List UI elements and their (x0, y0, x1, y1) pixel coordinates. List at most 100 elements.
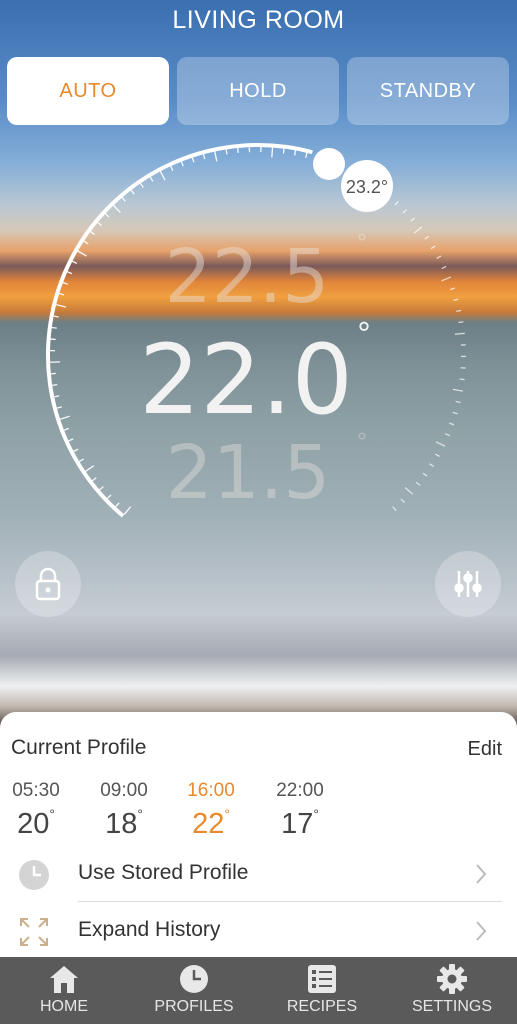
dial-tick (422, 472, 428, 477)
nav-profiles[interactable]: PROFILES (144, 957, 244, 1024)
dial-tick (130, 189, 135, 195)
dial-tick (170, 165, 174, 171)
list-icon (308, 965, 336, 993)
dial-tick (424, 235, 430, 240)
schedule-time: 09:00 (100, 780, 148, 801)
current-profile-title: Current Profile (11, 736, 147, 759)
svg-text:°: ° (357, 317, 372, 352)
dial-tick (294, 150, 297, 156)
nav-profiles-label: PROFILES (154, 998, 234, 1015)
dial-tick (444, 433, 450, 437)
dial-tick (435, 441, 446, 447)
profile-card: Current Profile Edit 05:30 20° 09:00 18°… (0, 712, 517, 957)
dial-tick (436, 255, 442, 260)
dial-tick (79, 458, 84, 463)
dial-tick (113, 204, 121, 214)
use-stored-profile-label: Use Stored Profile (78, 861, 249, 884)
dial-tick (67, 271, 73, 275)
dial-tick (115, 502, 120, 508)
dial-tick (83, 240, 89, 245)
sliders-icon (454, 571, 482, 597)
dial-tick (72, 260, 78, 265)
nav-recipes-label: RECIPES (286, 998, 358, 1015)
dial-tick (214, 151, 218, 162)
dial-tick (452, 388, 463, 392)
dial-tick (62, 281, 68, 285)
chevron-right-icon (476, 921, 487, 941)
svg-text:21.5: 21.5 (166, 430, 331, 516)
nav-recipes[interactable]: RECIPES (272, 957, 372, 1024)
dial-tick (434, 453, 440, 458)
nav-settings[interactable]: SETTINGS (402, 957, 502, 1024)
dial-tick (77, 250, 87, 257)
dial-tick (139, 183, 144, 188)
svg-text:22.0: 22.0 (139, 324, 353, 436)
setpoint-above: 22.5 ° (165, 231, 368, 320)
lock-icon (35, 567, 61, 601)
dial-tick (456, 309, 462, 313)
dial-tick (51, 326, 57, 329)
thermostat-dial[interactable]: 23.2° 22.5 ° 22.0 ° 21.5 ° (0, 0, 517, 712)
expand-history-row[interactable]: Expand History (0, 906, 517, 958)
bottom-nav: HOME PROFILES RECIPES SETTINGS (0, 957, 517, 1024)
schedule-temp: 22 (192, 808, 225, 840)
schedule-time: 05:30 (12, 780, 60, 801)
dial-tick (282, 148, 285, 154)
dial-tick (441, 265, 447, 270)
dial-tick (99, 486, 104, 491)
dial-tick (56, 304, 67, 308)
schedule-slot-current: 16:00 22° (181, 780, 241, 841)
dial-tick (429, 463, 434, 468)
schedule-time: 22:00 (276, 780, 324, 801)
dial-tick (225, 149, 228, 155)
schedule-slot: 05:30 20° (6, 780, 66, 841)
dial-tick (449, 422, 455, 426)
dial-tick (180, 161, 184, 167)
dial-tick (106, 494, 112, 499)
setpoint-below: 21.5 ° (166, 430, 368, 516)
dial-tick (63, 427, 69, 431)
dial-tick (68, 438, 74, 442)
dial-tick (59, 415, 70, 420)
schedule-temp: 17 (281, 808, 314, 840)
dial-tick (454, 332, 465, 335)
dial-tick (402, 209, 408, 214)
dial-tick (56, 406, 62, 409)
svg-text:°: ° (357, 430, 368, 455)
dial-tick (149, 176, 154, 182)
dial-tick (271, 147, 274, 158)
adjust-button[interactable] (435, 551, 501, 617)
dial-tick (459, 378, 465, 381)
dial-tick (159, 171, 166, 181)
nav-home[interactable]: HOME (14, 957, 114, 1024)
clock-icon (19, 860, 49, 890)
nav-settings-label: SETTINGS (411, 998, 492, 1015)
lock-button[interactable] (15, 551, 81, 617)
dial-tick (458, 321, 464, 324)
dial-tick (52, 384, 58, 387)
dial-tick (73, 448, 79, 452)
dial-tick (54, 395, 60, 398)
dial-tick (191, 157, 195, 163)
dial-tick (392, 506, 397, 511)
dial-tick (59, 292, 65, 296)
edit-profile-button[interactable]: Edit (468, 738, 502, 761)
schedule-time: 16:00 (187, 780, 235, 801)
dial-tick (121, 197, 126, 202)
divider (78, 901, 502, 902)
expand-icon (20, 918, 48, 946)
dial-tick (305, 152, 308, 158)
expand-history-label: Expand History (78, 918, 221, 941)
dial-tick (90, 231, 95, 236)
dial-tick (415, 481, 421, 486)
use-stored-profile-row[interactable]: Use Stored Profile (0, 849, 517, 901)
dial-tick (452, 411, 458, 415)
dial-tick (85, 465, 95, 472)
dial-tick (97, 221, 103, 227)
dial-handle[interactable] (313, 148, 345, 180)
svg-text:22.5: 22.5 (165, 234, 330, 320)
schedule-temp: 18 (105, 808, 138, 840)
dial-tick (91, 477, 97, 482)
nav-home-label: HOME (40, 998, 88, 1015)
current-temp-badge: 23.2° (341, 160, 393, 212)
